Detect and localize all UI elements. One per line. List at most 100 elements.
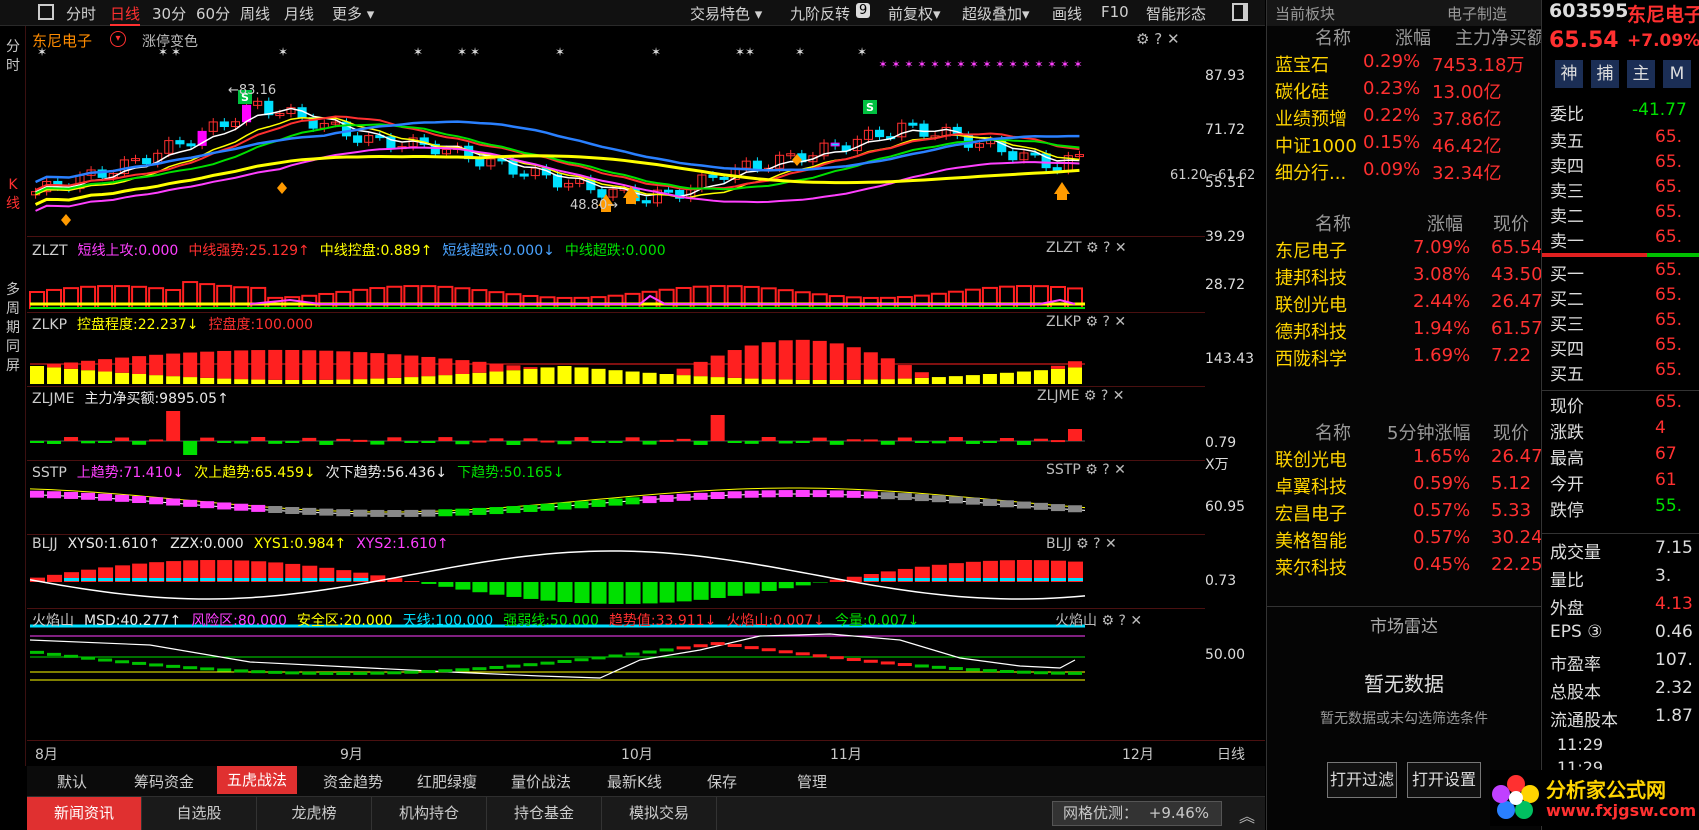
stat2-row-label: 流通股本 xyxy=(1550,711,1618,731)
panel-controls[interactable]: ZLKP ⚙ ? ✕ xyxy=(1046,314,1126,330)
sstp-block xyxy=(727,491,742,499)
zljme-bar xyxy=(489,438,504,441)
tab-chip-funds[interactable]: 筹码资金 xyxy=(134,771,194,792)
buy-arrow-icon xyxy=(1054,182,1070,200)
hys-line xyxy=(29,633,1076,679)
sector-row[interactable]: 细分行... 0.09% 32.34亿 xyxy=(1275,157,1533,186)
tab-manage[interactable]: 管理 xyxy=(797,771,827,792)
stat2-row: 总股本 2.32 xyxy=(1550,676,1699,704)
zlkp-bar xyxy=(540,367,555,384)
collapse-icon[interactable]: ︽ xyxy=(1239,803,1255,827)
open-filter-button[interactable]: 打开过滤 xyxy=(1327,762,1397,798)
indicator-value: 强弱线:50.000 xyxy=(503,613,599,629)
mover-row[interactable]: 莱尔科技 0.45% 22.25 xyxy=(1275,552,1543,581)
peer-row[interactable]: 德邦科技 1.94% 61.57 xyxy=(1275,316,1543,345)
peer-row[interactable]: 联创光电 2.44% 26.47 xyxy=(1275,289,1543,318)
zlkp-bar xyxy=(1067,367,1082,384)
mover-row-cell: 5.33 xyxy=(1491,500,1532,521)
peer-row[interactable]: 捷邦科技 3.08% 43.50 xyxy=(1275,262,1543,291)
dropdown-icon[interactable]: ▾ xyxy=(110,31,126,47)
bottom-tab-funds[interactable]: 持仓基金 xyxy=(487,797,602,830)
panel-name: ZLJME xyxy=(32,391,75,407)
chart-canvas[interactable]: SS✶ ✶ ✶ ✶ ✶ ✶ ✶ ✶ ✶ ✶ ✶ ✶ ✶✶ ✶ ✶ ✶ ✶ ✶ ✶ ✶ ✶ ✶ ✶ ✶ ✶ ✶ ✶ ✶ xyxy=(0,0,1265,766)
zlkp-bar xyxy=(234,350,249,380)
indicator-value: 上趋势:71.410↓ xyxy=(76,465,185,481)
zljme-bar xyxy=(727,441,742,443)
hys-block xyxy=(302,671,317,675)
zlkp-bar xyxy=(608,370,623,384)
star-icon: ✶ xyxy=(857,45,867,59)
tab-fund-trend[interactable]: 资金趋势 xyxy=(323,771,383,792)
tag-shen[interactable]: 神 xyxy=(1555,60,1583,88)
tab-red-green[interactable]: 红肥绿瘦 xyxy=(417,771,477,792)
bottom-tab-institution[interactable]: 机构持仓 xyxy=(372,797,487,830)
bljj-bar xyxy=(727,582,743,596)
sell-row-label: 卖五 xyxy=(1550,132,1584,152)
zlzt-bar xyxy=(335,290,352,309)
hys-block xyxy=(591,656,606,660)
sector-row[interactable]: 碳化硅 0.23% 13.00亿 xyxy=(1275,76,1533,105)
tag-bu[interactable]: 捕 xyxy=(1591,60,1619,88)
zlzt-bar xyxy=(930,292,947,309)
tab-volume-price[interactable]: 量价战法 xyxy=(511,771,571,792)
mover-row[interactable]: 卓翼科技 0.59% 5.12 xyxy=(1275,471,1533,500)
tab-current-sector[interactable]: 当前板块 xyxy=(1275,3,1335,24)
star-icon: ✶ xyxy=(1034,58,1043,71)
bottom-tab-dragon-tiger[interactable]: 龙虎榜 xyxy=(257,797,372,830)
zlkp-bar xyxy=(353,352,368,380)
zlkp-bar xyxy=(676,368,691,376)
sstp-block xyxy=(744,490,759,498)
bottom-tab-sim-trade[interactable]: 模拟交易 xyxy=(602,797,717,830)
zljme-bar xyxy=(268,441,283,444)
sector-row[interactable]: 业绩预增 0.22% 37.86亿 xyxy=(1275,103,1533,132)
tab-electronic-mfg[interactable]: 电子制造 xyxy=(1447,3,1507,24)
zlkp-bar xyxy=(506,370,521,384)
mover-row[interactable]: 联创光电 1.65% 26.47 xyxy=(1275,444,1543,473)
tag-m[interactable]: M xyxy=(1663,60,1691,88)
sstp-block xyxy=(1033,502,1048,510)
tab-default[interactable]: 默认 xyxy=(57,771,87,792)
bljj-bar xyxy=(132,578,148,581)
hys-block xyxy=(336,671,351,675)
col-change: 涨幅 xyxy=(1395,28,1431,49)
open-settings-button[interactable]: 打开设置 xyxy=(1407,762,1481,798)
panel-y-label: 0.79 xyxy=(1205,435,1237,451)
panel-controls[interactable]: SSTP ⚙ ? ✕ xyxy=(1046,462,1126,478)
zlkp-bar xyxy=(421,376,436,384)
zlkp-bar xyxy=(761,379,776,384)
sstp-block xyxy=(489,507,504,515)
tab-latest-kline[interactable]: 最新K线 xyxy=(607,771,662,792)
stat2-row-label: 总股本 xyxy=(1550,683,1601,703)
peer-row-cell: 7.09% xyxy=(1413,237,1471,258)
sstp-block xyxy=(115,494,130,502)
peer-row[interactable]: 东尼电子 7.09% 65.54 xyxy=(1275,235,1543,264)
panel-controls[interactable]: 火焰山 ⚙ ? ✕ xyxy=(1055,610,1142,630)
tag-zhu[interactable]: 主 xyxy=(1627,60,1655,88)
bljj-bar xyxy=(965,578,981,581)
bottom-tab-watchlist[interactable]: 自选股 xyxy=(142,797,257,830)
star-icon: ✶ xyxy=(413,45,423,59)
bljj-bar xyxy=(914,578,930,581)
sector-row[interactable]: 中证1000 0.15% 46.42亿 xyxy=(1275,130,1533,159)
bottom-tab-news[interactable]: 新闻资讯 xyxy=(27,797,142,830)
quote-panel: 603595 东尼电子 65.54 +7.09% 神 捕 主 M 委比 -41.… xyxy=(1541,0,1699,830)
limit-color-toggle[interactable]: 涨停变色 xyxy=(142,31,198,51)
sstp-block xyxy=(251,504,266,512)
mover-row[interactable]: 美格智能 0.57% 30.24 xyxy=(1275,525,1543,554)
panel-controls[interactable]: ZLZT ⚙ ? ✕ xyxy=(1046,240,1127,256)
panel-controls[interactable]: ZLJME ⚙ ? ✕ xyxy=(1037,388,1125,404)
bljj-bar xyxy=(421,582,437,584)
x-axis-label: 11月 xyxy=(830,747,862,763)
zlzt-bar xyxy=(828,295,845,310)
stat2-row-value: 107. xyxy=(1655,650,1693,670)
kline-panel-controls[interactable]: ⚙ ? ✕ xyxy=(1136,30,1180,48)
peer-row[interactable]: 西陇科学 1.69% 7.22 xyxy=(1275,343,1533,372)
zljme-bar xyxy=(778,441,793,444)
panel-controls[interactable]: BLJJ ⚙ ? ✕ xyxy=(1046,536,1117,552)
sector-row[interactable]: 蓝宝石 0.29% 7453.18万 xyxy=(1275,49,1533,78)
grid-test-box[interactable]: 网格优测： +9.46% xyxy=(1052,801,1222,826)
tab-five-tigers[interactable]: 五虎战法 xyxy=(217,766,298,794)
tab-save[interactable]: 保存 xyxy=(707,771,737,792)
mover-row[interactable]: 宏昌电子 0.57% 5.33 xyxy=(1275,498,1533,527)
sstp-block xyxy=(829,490,844,498)
